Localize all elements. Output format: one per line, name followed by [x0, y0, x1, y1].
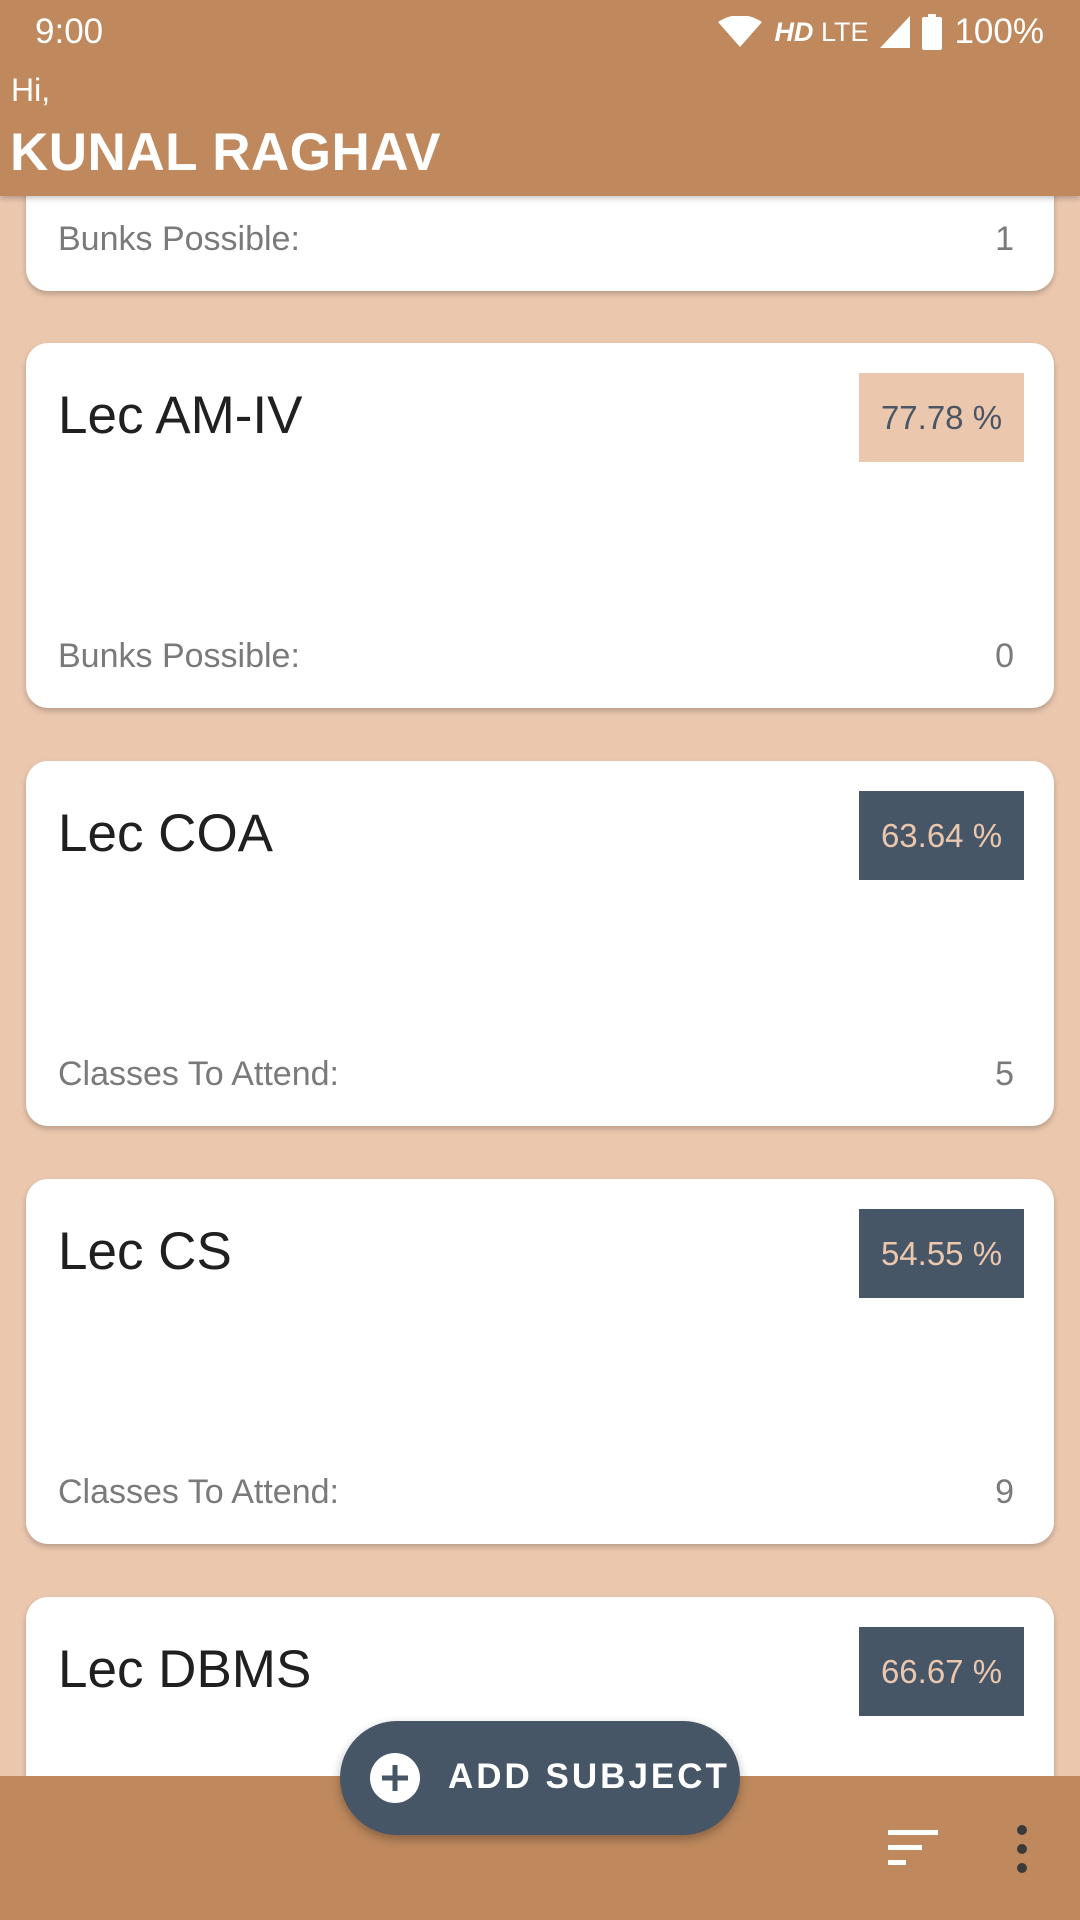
subject-foot-label: Bunks Possible: [58, 637, 300, 675]
network-type: HD LTE [774, 17, 868, 48]
add-circle-icon [370, 1753, 420, 1803]
status-icons: HD LTE 100% [718, 10, 1044, 54]
network-hd-label: HD [774, 16, 814, 47]
subject-foot-value: 9 [995, 1473, 1014, 1511]
greeting-text: Hi, [11, 72, 51, 108]
app-header: 9:00 HD LTE 100% Hi, KUNAL RAGHAV [0, 0, 1080, 196]
user-name: KUNAL RAGHAV [10, 123, 441, 182]
status-bar: 9:00 HD LTE 100% [0, 0, 1080, 62]
add-subject-button[interactable]: ADD SUBJECT [340, 1721, 740, 1835]
wifi-icon [718, 16, 763, 47]
battery-icon [922, 14, 943, 50]
status-time: 9:00 [35, 12, 104, 51]
sort-icon[interactable] [888, 1828, 940, 1868]
more-vert-icon[interactable] [1010, 1824, 1034, 1874]
subject-card[interactable]: Lec CS 54.55 % Classes To Attend: 9 [26, 1179, 1054, 1544]
subject-title: Lec CS [58, 1222, 232, 1281]
attendance-percentage-badge: 77.78 % [859, 373, 1024, 462]
subject-foot-value: 0 [995, 637, 1014, 675]
subject-card[interactable]: Lec AM-IV 77.78 % Bunks Possible: 0 [26, 343, 1054, 708]
subject-foot-value: 5 [995, 1055, 1014, 1093]
subject-foot-value: 1 [995, 220, 1014, 258]
subject-card[interactable]: Lec COA 63.64 % Classes To Attend: 5 [26, 761, 1054, 1126]
attendance-percentage-badge: 66.67 % [859, 1627, 1024, 1716]
attendance-percentage-badge: 54.55 % [859, 1209, 1024, 1298]
subject-title: Lec AM-IV [58, 386, 303, 445]
subject-foot-label: Bunks Possible: [58, 220, 300, 258]
subject-title: Lec COA [58, 804, 274, 863]
signal-icon [880, 16, 911, 48]
subject-title: Lec DBMS [58, 1640, 312, 1699]
attendance-percentage-badge: 63.64 % [859, 791, 1024, 880]
screen: 9:00 HD LTE 100% Hi, KUNAL RAGHAV Bunks … [0, 0, 1080, 1920]
add-subject-label: ADD SUBJECT [448, 1757, 730, 1796]
network-lte-label: LTE [820, 16, 869, 47]
subject-foot-label: Classes To Attend: [58, 1055, 339, 1093]
battery-percent: 100% [954, 12, 1044, 51]
subject-foot-label: Classes To Attend: [58, 1473, 339, 1511]
